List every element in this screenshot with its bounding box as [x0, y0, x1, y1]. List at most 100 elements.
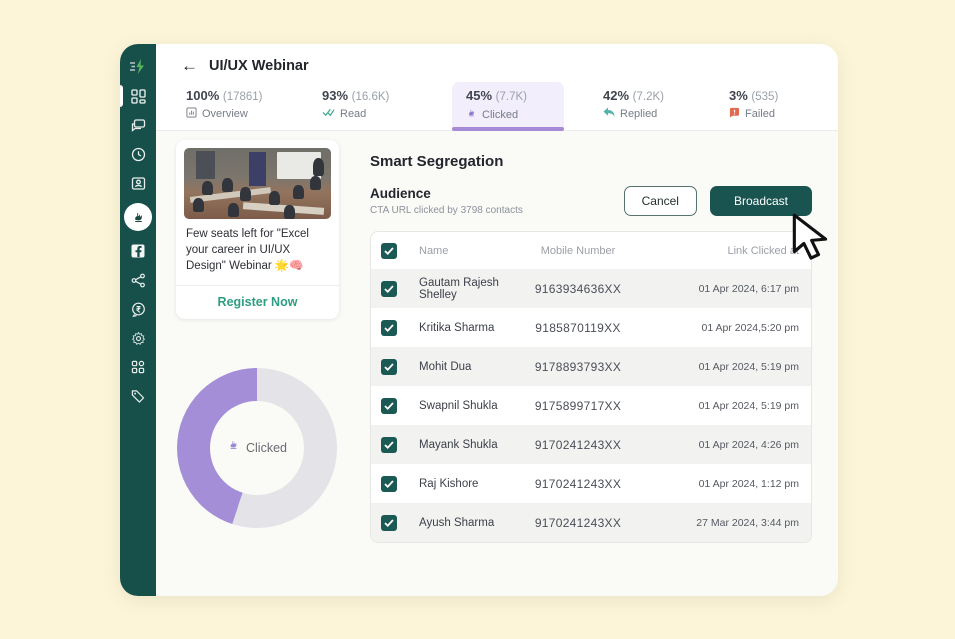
col-name: Name: [419, 245, 507, 257]
row-checkbox[interactable]: [381, 515, 397, 531]
audience-subtext: CTA URL clicked by 3798 contacts: [370, 205, 523, 216]
tab-overview[interactable]: 100% (17861) Overview: [172, 82, 284, 130]
sidebar-item-integrations[interactable]: [129, 358, 147, 376]
cancel-button[interactable]: Cancel: [624, 186, 697, 216]
desktop-background: { "header": { "back_icon": "←", "title":…: [0, 0, 955, 639]
cell-mobile: 9175899717XX: [507, 399, 649, 413]
webinar-photo: [184, 148, 331, 219]
table-row: Gautam Rajesh Shelley 9163934636XX 01 Ap…: [371, 269, 811, 308]
cell-name: Ayush Sharma: [419, 517, 507, 529]
clicked-count: (7.7K): [496, 91, 527, 103]
row-checkbox[interactable]: [381, 359, 397, 375]
section-title: Smart Segregation: [370, 153, 812, 170]
replied-pct: 42%: [603, 88, 629, 103]
back-arrow-icon[interactable]: ←: [181, 57, 198, 74]
message-preview-card: Few seats left for "Excel your career in…: [176, 140, 339, 319]
donut-center-label: Clicked: [246, 441, 287, 455]
read-label: Read: [340, 108, 366, 120]
cell-mobile: 9178893793XX: [507, 360, 649, 374]
cell-name: Raj Kishore: [419, 478, 507, 490]
clicked-donut-chart: Clicked: [177, 368, 337, 528]
sidebar-item-settings-gear-icon[interactable]: [129, 329, 147, 347]
col-mobile: Mobile Number: [507, 245, 649, 257]
cell-clicked-at: 27 Mar 2024, 3:44 pm: [649, 517, 799, 529]
app-window: ← UI/UX Webinar 100% (17861) Overview 93…: [120, 44, 838, 596]
click-hand-icon: [466, 107, 477, 122]
table-row: Raj Kishore 9170241243XX 01 Apr 2024, 1:…: [371, 464, 811, 503]
active-indicator: [120, 85, 123, 107]
cell-clicked-at: 01 Apr 2024, 1:12 pm: [649, 478, 799, 490]
sidebar-item-share-network[interactable]: [129, 271, 147, 289]
failed-bubble-icon: [729, 107, 740, 121]
preview-column: Few seats left for "Excel your career in…: [176, 140, 339, 596]
cell-mobile: 9170241243XX: [507, 477, 649, 491]
replied-count: (7.2K): [633, 91, 664, 103]
cell-mobile: 9163934636XX: [507, 282, 649, 296]
table-row: Mohit Dua 9178893793XX 01 Apr 2024, 5:19…: [371, 347, 811, 386]
message-text: Few seats left for "Excel your career in…: [176, 219, 339, 285]
cell-clicked-at: 01 Apr 2024, 5:19 pm: [649, 400, 799, 412]
click-hand-icon: [227, 438, 240, 457]
failed-label: Failed: [745, 108, 775, 120]
cell-mobile: 9170241243XX: [507, 516, 649, 530]
broadcast-button[interactable]: Broadcast: [710, 186, 812, 216]
segregation-panel: Smart Segregation Audience CTA URL click…: [370, 140, 812, 596]
row-checkbox[interactable]: [381, 437, 397, 453]
table-row: Kritika Sharma 9185870119XX 01 Apr 2024,…: [371, 308, 811, 347]
audience-table: Name Mobile Number Link Clicked at Gauta…: [370, 231, 812, 543]
read-pct: 93%: [322, 88, 348, 103]
cell-clicked-at: 01 Apr 2024, 4:26 pm: [649, 439, 799, 451]
overview-pct: 100%: [186, 88, 219, 103]
sidebar-item-contacts[interactable]: [129, 174, 147, 192]
clicked-label: Clicked: [482, 109, 518, 121]
cell-clicked-at: 01 Apr 2024,5:20 pm: [649, 322, 799, 334]
clicked-pct: 45%: [466, 88, 492, 103]
cell-name: Kritika Sharma: [419, 322, 507, 334]
reply-arrow-icon: [603, 107, 615, 120]
table-row: Mayank Shukla 9170241243XX 01 Apr 2024, …: [371, 425, 811, 464]
sidebar-item-dashboard[interactable]: [129, 87, 147, 105]
row-checkbox[interactable]: [381, 281, 397, 297]
page-header: ← UI/UX Webinar 100% (17861) Overview 93…: [156, 44, 838, 131]
row-checkbox[interactable]: [381, 476, 397, 492]
sidebar-item-payments[interactable]: [129, 300, 147, 318]
sidebar-item-chats[interactable]: [129, 116, 147, 134]
cell-clicked-at: 01 Apr 2024, 5:19 pm: [649, 361, 799, 373]
overview-label: Overview: [202, 108, 248, 120]
app-logo-icon: [129, 58, 147, 76]
sidebar-item-facebook[interactable]: [129, 242, 147, 260]
tab-replied[interactable]: 42% (7.2K) Replied: [589, 82, 701, 130]
table-row: Ayush Sharma 9170241243XX 27 Mar 2024, 3…: [371, 503, 811, 542]
bar-chart-icon: [186, 107, 197, 121]
tab-read[interactable]: 93% (16.6K) Read: [308, 82, 420, 130]
read-count: (16.6K): [352, 91, 390, 103]
table-header-row: Name Mobile Number Link Clicked at: [371, 232, 811, 269]
row-checkbox[interactable]: [381, 320, 397, 336]
table-row: Swapnil Shukla 9175899717XX 01 Apr 2024,…: [371, 386, 811, 425]
page-title: UI/UX Webinar: [209, 58, 309, 74]
sidebar-item-campaign-active[interactable]: [124, 203, 152, 231]
register-now-button[interactable]: Register Now: [176, 285, 339, 319]
stats-tabs: 100% (17861) Overview 93% (16.6K) Read 4…: [156, 82, 838, 130]
cell-mobile: 9185870119XX: [507, 321, 649, 335]
row-checkbox[interactable]: [381, 398, 397, 414]
cell-clicked-at: 01 Apr 2024, 6:17 pm: [649, 283, 799, 295]
double-check-icon: [322, 107, 335, 120]
col-link-clicked: Link Clicked at: [649, 245, 799, 257]
cell-name: Gautam Rajesh Shelley: [419, 277, 507, 301]
sidebar-item-history[interactable]: [129, 145, 147, 163]
main-panel: ← UI/UX Webinar 100% (17861) Overview 93…: [156, 44, 838, 596]
cell-name: Mayank Shukla: [419, 439, 507, 451]
cell-mobile: 9170241243XX: [507, 438, 649, 452]
replied-label: Replied: [620, 108, 657, 120]
audience-label: Audience: [370, 186, 523, 201]
tab-clicked[interactable]: 45% (7.7K) Clicked: [452, 82, 564, 130]
sidebar-item-tags[interactable]: [129, 387, 147, 405]
overview-count: (17861): [223, 91, 263, 103]
cell-name: Swapnil Shukla: [419, 400, 507, 412]
failed-pct: 3%: [729, 88, 748, 103]
select-all-checkbox[interactable]: [381, 243, 397, 259]
cell-name: Mohit Dua: [419, 361, 507, 373]
tab-failed[interactable]: 3% (535) Failed: [715, 82, 827, 130]
sidebar-nav: [120, 44, 156, 596]
